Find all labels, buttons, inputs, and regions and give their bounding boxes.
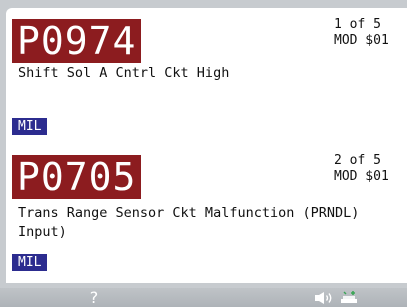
power-status-icon xyxy=(341,291,357,303)
dtc-module: MOD $01 xyxy=(334,33,389,48)
dtc-code: P0974 xyxy=(12,19,142,63)
mil-badge: MIL xyxy=(12,118,48,135)
dtc-description: Shift Sol A Cntrl Ckt High xyxy=(18,65,230,81)
dtc-description: Trans Range Sensor Ckt Malfunction (PRND… xyxy=(18,205,360,240)
dtc-count: 1 of 5 xyxy=(334,17,381,32)
dtc-screen: P0974 1 of 5 MOD $01 Shift Sol A Cntrl C… xyxy=(6,8,407,283)
dtc-code: P0705 xyxy=(12,155,142,199)
speaker-icon[interactable] xyxy=(314,291,334,305)
dtc-count: 2 of 5 xyxy=(334,153,381,168)
scan-tool-display: P0974 1 of 5 MOD $01 Shift Sol A Cntrl C… xyxy=(0,0,407,307)
footer-bar: ? xyxy=(0,288,407,307)
dtc-module: MOD $01 xyxy=(334,169,389,184)
help-button[interactable]: ? xyxy=(64,288,124,307)
mil-badge: MIL xyxy=(12,254,48,271)
